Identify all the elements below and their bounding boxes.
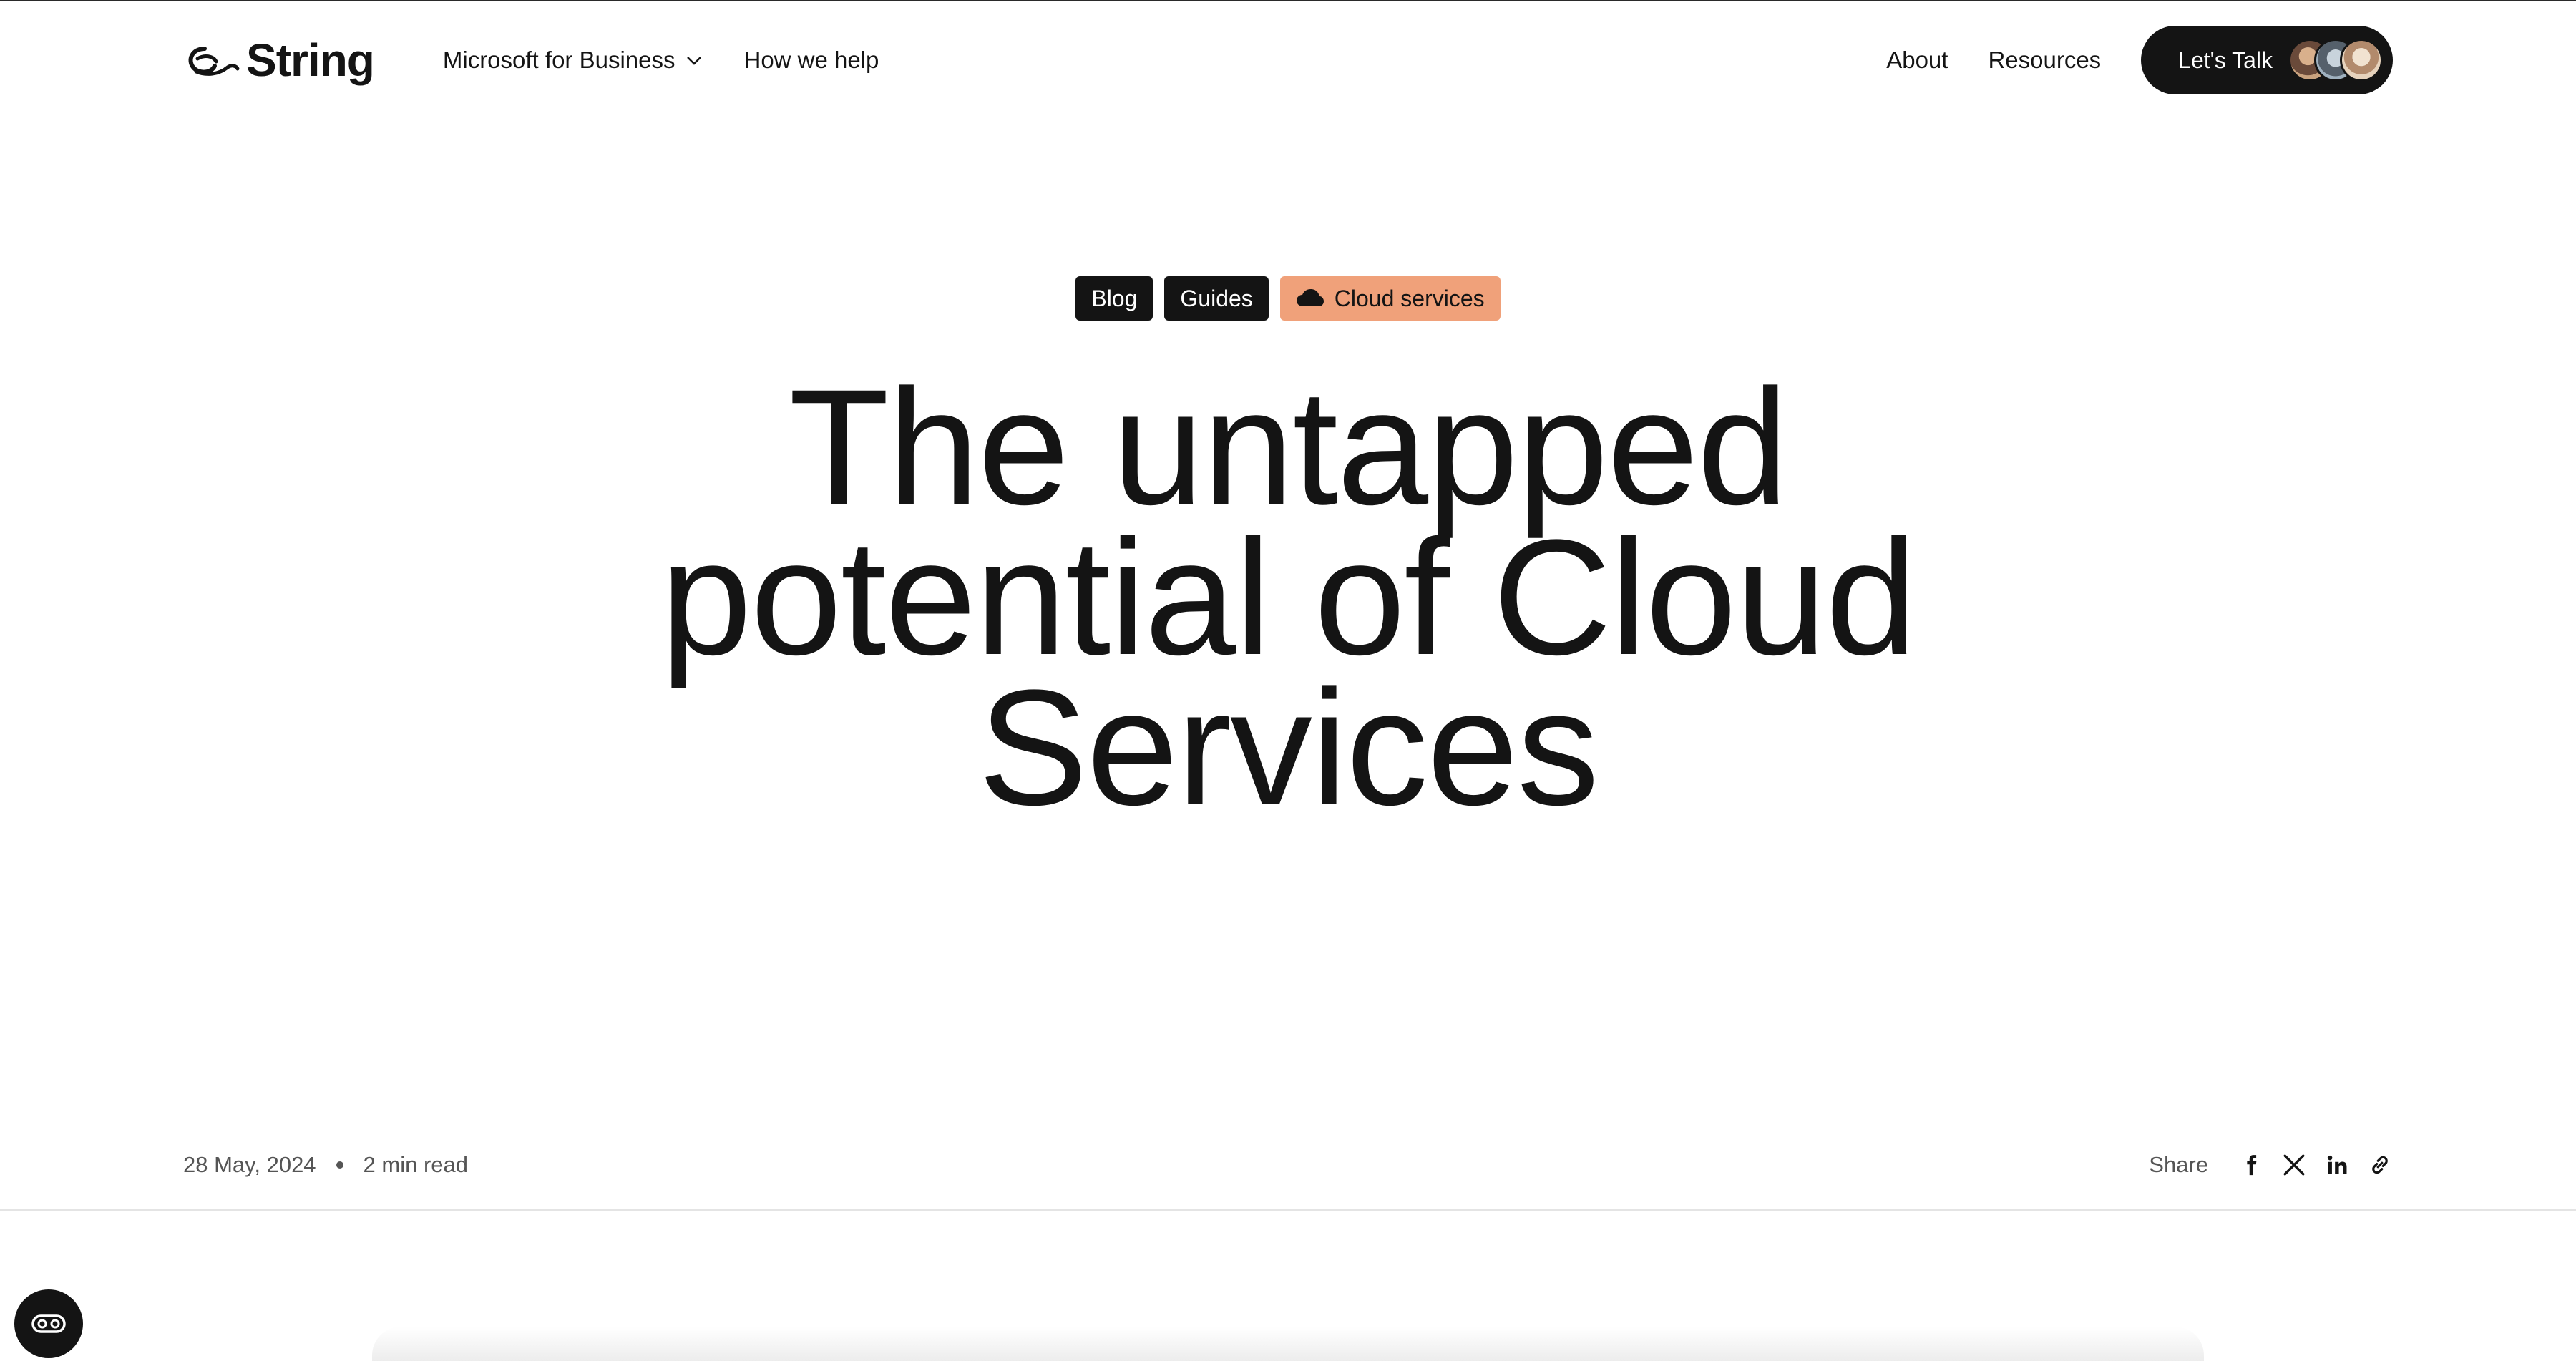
chevron-down-icon	[687, 57, 702, 65]
avatar	[2340, 39, 2383, 82]
tag-guides[interactable]: Guides	[1164, 276, 1269, 321]
facebook-icon[interactable]	[2238, 1152, 2264, 1178]
divider	[0, 1209, 2576, 1211]
nav-item-label: How we help	[743, 47, 879, 73]
separator-dot	[336, 1161, 343, 1169]
tag-label: Guides	[1180, 285, 1253, 311]
page: String Microsoft for Business How we hel…	[0, 0, 2576, 1361]
nav-how-we-help[interactable]: How we help	[743, 47, 879, 74]
nav-about[interactable]: About	[1886, 47, 1948, 74]
lets-talk-button[interactable]: Let's Talk	[2141, 26, 2393, 94]
link-icon[interactable]	[2367, 1152, 2393, 1178]
team-avatars	[2288, 39, 2383, 82]
title-line: potential of Cloud	[660, 505, 1917, 689]
share-bar: Share	[2149, 1152, 2393, 1178]
nav-resources[interactable]: Resources	[1988, 47, 2101, 74]
nav-item-label: Resources	[1988, 47, 2102, 73]
linkedin-icon[interactable]	[2324, 1152, 2350, 1178]
x-icon[interactable]	[2281, 1152, 2307, 1178]
cloud-icon	[1296, 289, 1324, 306]
nav-microsoft-for-business[interactable]: Microsoft for Business	[443, 47, 704, 74]
primary-nav: Microsoft for Business How we help	[443, 47, 879, 74]
tag-label: Cloud services	[1334, 285, 1485, 311]
article-tags: Blog Guides Cloud services	[0, 276, 2576, 321]
nav-item-label: About	[1886, 47, 1948, 73]
string-logo-icon	[188, 47, 240, 76]
cta-label: Let's Talk	[2178, 47, 2273, 73]
article-title: The untapped potential of Cloud Services	[0, 355, 2576, 839]
tag-cloud-services[interactable]: Cloud services	[1279, 276, 1501, 321]
accessibility-icon	[31, 1314, 66, 1333]
tag-label: Blog	[1091, 285, 1138, 311]
tag-blog[interactable]: Blog	[1075, 276, 1153, 321]
site-header: String Microsoft for Business How we hel…	[183, 26, 2393, 94]
secondary-nav: About Resources Let's Talk	[1886, 26, 2393, 94]
publish-info: 28 May, 2024 2 min read	[183, 1152, 468, 1178]
title-line: Services	[978, 655, 1599, 839]
nav-item-label: Microsoft for Business	[442, 47, 675, 73]
article-meta: 28 May, 2024 2 min read Share	[183, 1145, 2393, 1185]
share-label: Share	[2149, 1152, 2208, 1177]
accessibility-button[interactable]	[14, 1289, 83, 1358]
logo-link[interactable]: String	[183, 26, 375, 94]
title-line: The untapped	[789, 355, 1789, 539]
read-time: 2 min read	[363, 1152, 469, 1177]
logo-text: String	[246, 34, 375, 86]
publish-date: 28 May, 2024	[183, 1152, 316, 1177]
hero-image-edge	[372, 1327, 2204, 1361]
